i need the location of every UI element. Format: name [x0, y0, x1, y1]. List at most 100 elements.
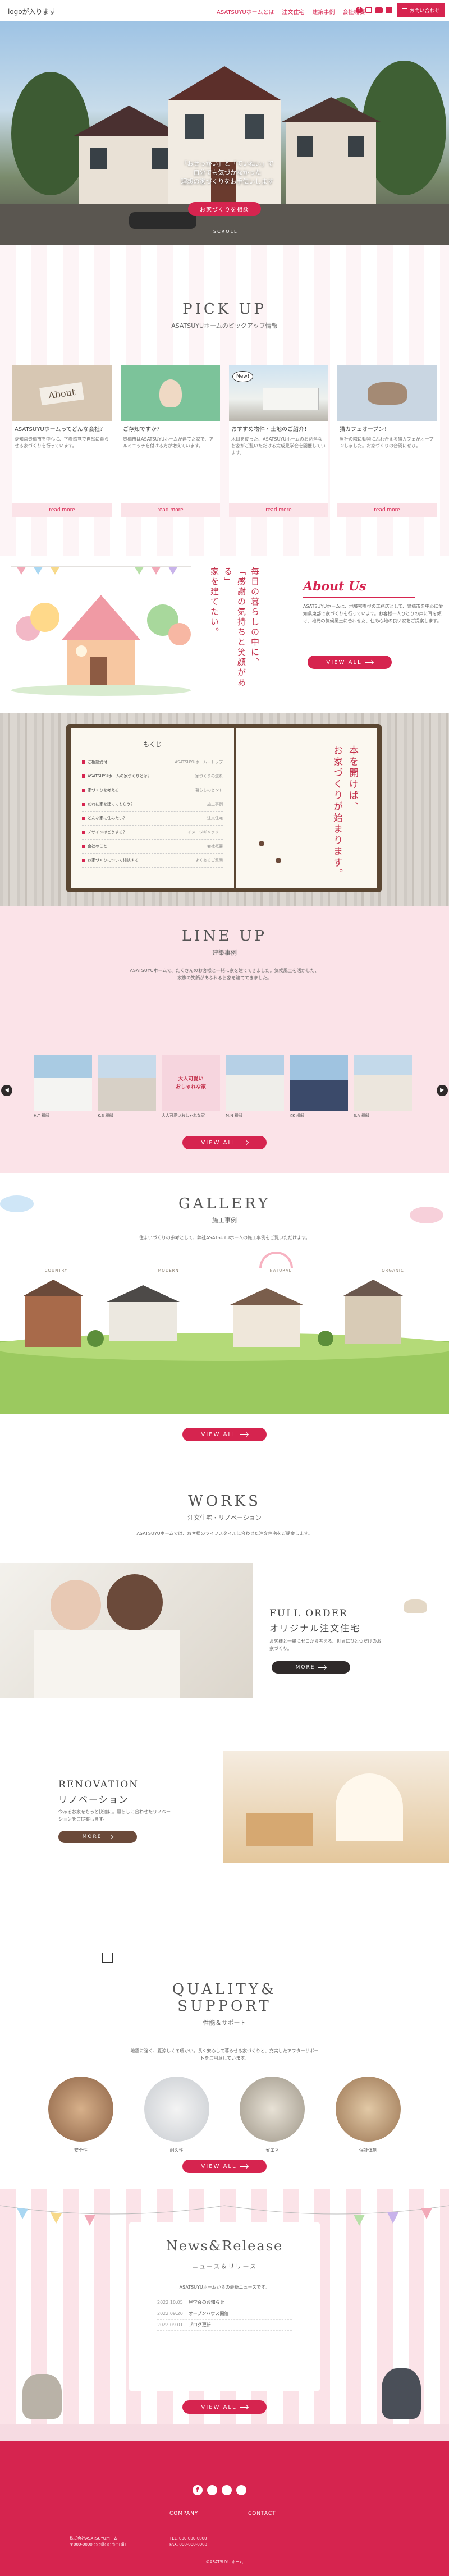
renovation-photo [223, 1751, 449, 1863]
gallery-view-all-button[interactable]: VIEW ALL [182, 1428, 267, 1441]
read-more-link[interactable]: read more [337, 503, 437, 517]
twitter-icon[interactable] [207, 2485, 217, 2495]
index-item[interactable]: だれに家を建ててもらう？ 施工事例 [82, 797, 223, 812]
instagram-icon[interactable] [236, 2485, 246, 2495]
youtube-icon[interactable] [375, 7, 383, 13]
line-icon[interactable] [386, 7, 392, 13]
category-country[interactable]: COUNTRY [22, 1268, 90, 1273]
category-organic[interactable]: ORGANIC [359, 1268, 427, 1273]
quality-view-all-button[interactable]: VIEW ALL [182, 2160, 267, 2173]
about-title: About Us [303, 579, 366, 594]
lineup-carousel: H.T 様邸 K.S 様邸 大人可愛い おしゃれな家 大人可愛いおしゃれな家 M.N… [34, 1055, 415, 1119]
quality-title-line2: SUPPORT [177, 1998, 272, 2015]
house-card[interactable]: Y.K 様邸 [290, 1055, 348, 1119]
quality-title-line1: QUALITY& [172, 1981, 277, 1998]
quality-item[interactable]: 保証体制 [335, 2077, 402, 2153]
fullorder-title-ja: オリジナル注文住宅 [269, 1623, 361, 1634]
house-card[interactable]: M.N 様邸 [226, 1055, 284, 1119]
rainbow-icon [259, 1252, 293, 1268]
house-card[interactable]: K.S 様邸 [98, 1055, 156, 1119]
quality-heading: QUALITY& SUPPORT 性能＆サポート [0, 1981, 449, 2027]
pickup-card[interactable]: New! おすすめ物件・土地のご紹介！ 木目を使った、ASATSUYUホームのお… [229, 365, 328, 517]
gallery-subtitle: 施工事例 [212, 1217, 237, 1224]
nav-about[interactable]: ASATSUYUホームとは [217, 7, 274, 16]
category-modern[interactable]: MODERN [135, 1268, 202, 1273]
scroll-indicator[interactable]: SCROLL [213, 229, 237, 234]
copyright: ©ASATSUYU ホーム [205, 2560, 244, 2564]
facebook-icon[interactable]: f [193, 2485, 203, 2495]
news-item[interactable]: 2022.09.20 オープンハウス開催 [157, 2308, 292, 2320]
pickup-card[interactable]: About ASATSUYUホームってどんな会社？ 愛知県豊橋市を中心に、下着感… [12, 365, 112, 517]
read-more-link[interactable]: read more [121, 503, 220, 517]
news-item[interactable]: 2022.10.05 見学会のお知らせ [157, 2297, 292, 2308]
footer-company-label[interactable]: COMPANY [169, 2511, 198, 2517]
news-view-all-button[interactable]: VIEW ALL [182, 2400, 267, 2414]
facebook-icon[interactable]: f [356, 7, 363, 13]
read-more-link[interactable]: read more [12, 503, 112, 517]
fullorder-title-en: FULL ORDER [269, 1608, 348, 1619]
quality-subtitle: 性能＆サポート [203, 2019, 246, 2027]
site-header: logoが入ります ASATSUYUホームとは 注文住宅 建築事例 会社概要 f… [0, 0, 449, 21]
news-list: 2022.10.05 見学会のお知らせ 2022.09.20 オープンハウス開催 2… [157, 2297, 292, 2331]
news-text: ASATSUYUホームからの最新ニュースです。 [179, 2285, 270, 2290]
pickup-heading: PICK UP ASATSUYUホームのピックアップ情報 [0, 301, 449, 330]
toy-bear-icon [159, 379, 182, 407]
book-section: もくじ ご相談受付 ASATSUYUホーム・トップ ASATSUYUホームの家づく… [0, 713, 449, 906]
fullorder-more-button[interactable]: MORE [272, 1661, 350, 1674]
news-subtitle: ニュース＆リリース [192, 2263, 257, 2270]
house-card[interactable]: H.T 様邸 [34, 1055, 92, 1119]
card-image: About [12, 365, 112, 421]
arrow-right-icon [240, 2166, 248, 2167]
lineup-heading: LINE UP 建築事例 [0, 928, 449, 957]
index-item[interactable]: ASATSUYUホームの家づくりとは？ 家づくりの流れ [82, 769, 223, 783]
instagram-icon[interactable] [365, 7, 372, 13]
card-image: New! [229, 365, 328, 421]
contact-button[interactable]: お問い合わせ [397, 3, 445, 17]
pickup-cards: About ASATSUYUホームってどんな会社？ 愛知県豊橋市を中心に、下着感… [12, 365, 437, 517]
about-view-all-button[interactable]: VIEW ALL [308, 656, 392, 669]
pickup-card[interactable]: ご存知ですか？ 豊橋市はASATSUYUホームが建てた家で、アルミニッチを付ける… [121, 365, 220, 517]
index-item[interactable]: 家づくりを考える 暮らしのヒント [82, 783, 223, 797]
nav-cases[interactable]: 建築事例 [312, 7, 335, 16]
category-natural[interactable]: NATURAL [247, 1268, 314, 1273]
nav-custom-home[interactable]: 注文住宅 [282, 7, 304, 16]
works-title: WORKS [188, 1493, 261, 1510]
lineup-text: ASATSUYUホームで、たくさんのお客様と一緒に家を建ててきました。気候風土を… [130, 968, 319, 980]
hero-copy: 「おせっかい」と「ていねい」で 自分でも気づかなかった 理想の家づくりをお手伝い… [181, 160, 274, 185]
index-item[interactable]: お家づくりについて相談する よくあるご質問 [82, 854, 223, 868]
gallery-text: 住まいづくりの参考として、弊社ASATSUYUホームの施工事例をご覧いただけます… [139, 1235, 310, 1240]
lineup-subtitle: 建築事例 [212, 949, 237, 956]
news-item[interactable]: 2022.09.01 ブログ更新 [157, 2320, 292, 2331]
quality-item[interactable]: 安全性 [47, 2077, 114, 2153]
card-image [121, 365, 220, 421]
index-item[interactable]: デザインはどうする？ イメージギャラリー [82, 826, 223, 840]
paw-print-icon [276, 858, 281, 863]
arrow-right-icon [318, 1667, 327, 1668]
house-card-featured[interactable]: 大人可愛い おしゃれな家 大人可愛いおしゃれな家 [162, 1055, 220, 1119]
index-item[interactable]: ご相談受付 ASATSUYUホーム・トップ [82, 755, 223, 769]
arrow-right-icon [365, 662, 373, 663]
house-card[interactable]: S.A 様邸 [354, 1055, 412, 1119]
carousel-next-button[interactable]: ▶ [437, 1085, 448, 1096]
footer-contact-label[interactable]: CONTACT [248, 2511, 276, 2517]
quality-item[interactable]: 省エネ [239, 2077, 306, 2153]
quality-item[interactable]: 耐久性 [143, 2077, 210, 2153]
logo[interactable]: logoが入ります [8, 7, 56, 16]
paw-print-icon [259, 841, 264, 846]
index-item[interactable]: どんな家に住みたい？ 注文住宅 [82, 812, 223, 826]
pickup-section: PICK UP ASATSUYUホームのピックアップ情報 About ASATS… [0, 245, 449, 556]
renovation-title-en: RENOVATION [58, 1779, 139, 1790]
index-item[interactable]: 会社のこと 会社概要 [82, 840, 223, 854]
consult-button[interactable]: お家づくりを相談 [188, 202, 261, 216]
books-icon [102, 1953, 113, 1963]
pickup-card[interactable]: 猫カフェオープン！ 当社の隣に動物にふれ合える猫カフェがオープンしました。お家づ… [337, 365, 437, 517]
works-section: WORKS 注文住宅・リノベーション ASATSUYUホームでは、お客様のライフ… [0, 1459, 449, 1863]
renovation-more-button[interactable]: MORE [58, 1831, 137, 1843]
read-more-link[interactable]: read more [229, 503, 328, 517]
youtube-icon[interactable] [222, 2485, 232, 2495]
carousel-prev-button[interactable]: ◀ [1, 1085, 12, 1096]
news-section: News&Release ニュース＆リリース ASATSUYUホームからの最新ニ… [0, 2189, 449, 2441]
works-subtitle: 注文住宅・リノベーション [187, 1514, 262, 1521]
gallery-categories: COUNTRY MODERN NATURAL ORGANIC [22, 1268, 427, 1273]
lineup-view-all-button[interactable]: VIEW ALL [182, 1136, 267, 1149]
